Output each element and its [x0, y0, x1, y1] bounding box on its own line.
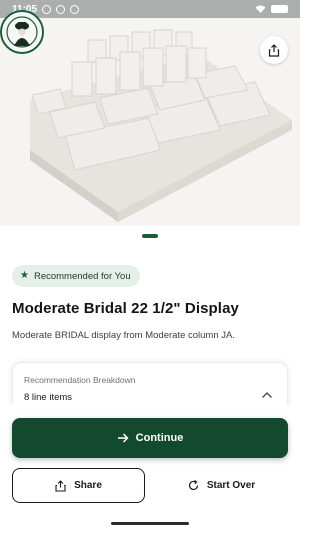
battery-icon — [271, 5, 288, 13]
location-icon — [70, 4, 80, 14]
arrow-right-icon — [117, 433, 129, 443]
brand-logo — [0, 10, 44, 54]
jewelry-display-photo — [0, 0, 300, 226]
product-description: Moderate BRIDAL display from Moderate co… — [12, 330, 235, 341]
continue-label: Continue — [135, 432, 184, 444]
recommended-badge: ★ Recommended for You — [12, 265, 140, 287]
status-right — [255, 5, 288, 13]
status-bar: 11:05 — [0, 0, 300, 18]
image-share-button[interactable] — [260, 36, 288, 64]
breakdown-label: Recommendation Breakdown — [24, 375, 136, 385]
carousel-indicator-active[interactable] — [142, 234, 158, 238]
share-icon — [268, 43, 280, 57]
refresh-icon — [188, 480, 198, 491]
product-title: Moderate Bridal 22 1/2" Display — [12, 300, 239, 317]
notification-icon — [42, 4, 52, 14]
continue-button[interactable]: Continue — [12, 418, 288, 458]
start-over-button[interactable]: Start Over — [155, 468, 288, 503]
home-indicator — [111, 522, 189, 525]
star-icon: ★ — [20, 270, 29, 281]
share-icon — [55, 479, 66, 492]
breakdown-value: 8 line items — [24, 392, 73, 403]
chevron-up-icon[interactable] — [261, 391, 273, 399]
share-button[interactable]: Share — [12, 468, 145, 503]
share-label: Share — [74, 480, 102, 491]
brand-logo-icon — [3, 13, 41, 51]
settings-icon — [56, 4, 66, 14]
recommended-badge-label: Recommended for You — [33, 270, 131, 282]
product-image[interactable] — [0, 0, 300, 226]
start-over-label: Start Over — [206, 480, 256, 491]
wifi-icon — [255, 5, 266, 13]
